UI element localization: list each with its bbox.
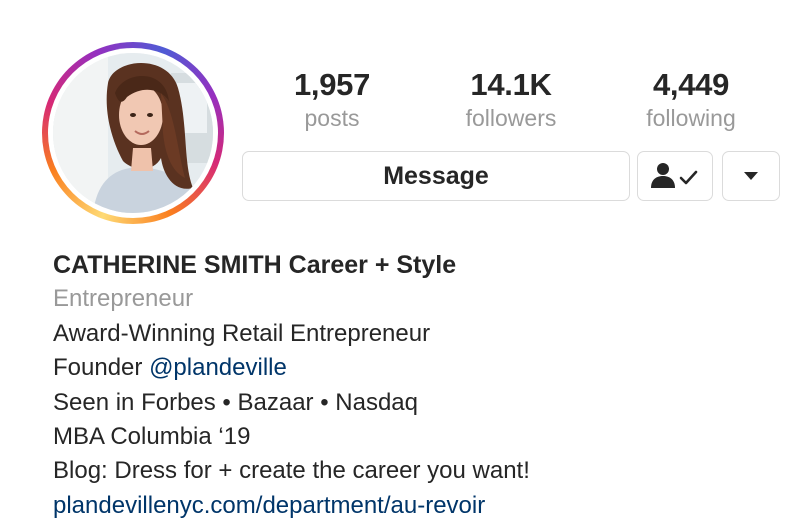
stat-following[interactable]: 4,449 following xyxy=(611,66,771,132)
mention-link[interactable]: @plandeville xyxy=(149,354,287,381)
stat-posts[interactable]: 1,957 posts xyxy=(252,66,412,132)
message-button[interactable]: Message xyxy=(242,151,630,201)
bio-line: Award-Winning Retail Entrepreneur xyxy=(53,319,431,347)
following-status-button[interactable] xyxy=(637,151,713,201)
following-count: 4,449 xyxy=(652,67,730,102)
profile-name: CATHERINE SMITH Career + Style xyxy=(53,251,457,279)
stat-followers[interactable]: 14.1K followers xyxy=(431,66,591,132)
profile-stats: 1,957 posts 14.1K followers 4,449 follow… xyxy=(250,66,790,136)
bio-line: Seen in Forbes • Bazaar • Nasdaq xyxy=(53,388,419,416)
following-label: following xyxy=(646,105,736,131)
profile-bio: CATHERINE SMITH Career + Style Entrepren… xyxy=(53,248,793,523)
bio-line-founder: Founder @plandeville xyxy=(53,351,793,385)
posts-label: posts xyxy=(304,105,360,131)
more-options-button[interactable] xyxy=(722,151,780,201)
person-check-icon xyxy=(651,163,698,188)
bio-line: Blog: Dress for + create the career you … xyxy=(53,457,530,485)
avatar-gap xyxy=(48,48,218,218)
profile-avatar-ring[interactable] xyxy=(42,42,224,224)
caret-down-icon xyxy=(744,172,758,180)
bio-line: MBA Columbia ‘19 xyxy=(53,423,251,451)
website-link[interactable]: plandevillenyc.com/department/au-revoir xyxy=(53,489,793,523)
posts-count: 1,957 xyxy=(293,67,371,102)
avatar-photo-image xyxy=(53,53,213,213)
founder-text: Founder xyxy=(53,354,150,382)
followers-label: followers xyxy=(465,105,557,131)
profile-category: Entrepreneur xyxy=(53,285,194,313)
avatar[interactable] xyxy=(53,53,213,213)
followers-count: 14.1K xyxy=(470,67,552,102)
